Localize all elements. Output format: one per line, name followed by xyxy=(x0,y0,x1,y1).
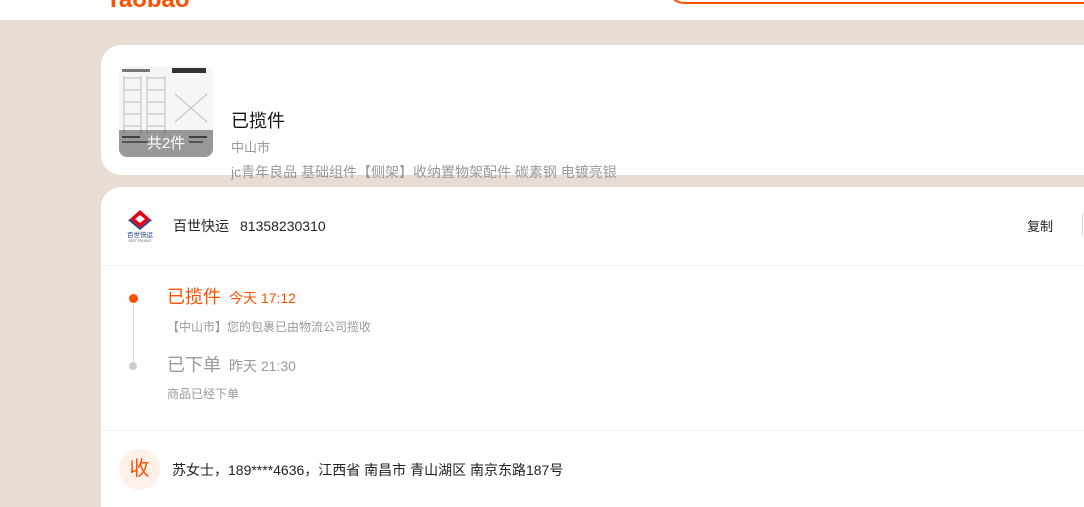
courier-info: 百世快运 81358230310 xyxy=(173,217,326,235)
svg-text:百世快运: 百世快运 xyxy=(127,230,154,239)
courier-name: 百世快运 xyxy=(173,218,229,234)
divider xyxy=(1082,214,1083,236)
gray-dot-icon xyxy=(129,362,137,370)
taobao-logo[interactable]: Taobao xyxy=(106,0,190,12)
product-title: jc青年良品 基础组件【侧架】收纳置物架配件 碳素钢 电镀亮银 xyxy=(231,164,617,180)
timeline-line xyxy=(133,304,134,362)
recipient-badge: 收 xyxy=(119,449,160,490)
order-city: 中山市 xyxy=(231,140,271,155)
order-summary-card: 共2件 已揽件 中山市 jc青年良品 基础组件【侧架】收纳置物架配件 碳素钢 电… xyxy=(101,45,1084,180)
search-input[interactable] xyxy=(665,0,1084,4)
divider xyxy=(101,265,1084,266)
product-thumbnail[interactable]: 共2件 xyxy=(119,66,213,157)
orange-dot-icon xyxy=(129,294,138,303)
event-time: 昨天 21:30 xyxy=(229,358,296,374)
timeline-event: 已下单 昨天 21:30 xyxy=(167,353,296,377)
order-status-title: 已揽件 xyxy=(231,111,285,131)
top-bar: Taobao xyxy=(0,0,1084,20)
event-title: 已揽件 xyxy=(167,287,221,307)
copy-tracking-button[interactable]: 复制 xyxy=(1027,218,1053,236)
divider xyxy=(101,430,1084,431)
event-time: 今天 17:12 xyxy=(229,290,296,306)
event-detail: 商品已经下单 xyxy=(167,387,240,401)
logistics-card: 百世快运 BEST FREIGHT 百世快运 81358230310 复制 已揽… xyxy=(101,187,1084,507)
event-title: 已下单 xyxy=(167,355,221,375)
recipient-address: 苏女士，189****4636，江西省 南昌市 青山湖区 南京东路187号 xyxy=(172,462,564,478)
svg-text:BEST FREIGHT: BEST FREIGHT xyxy=(128,239,151,243)
best-express-logo-icon: 百世快运 BEST FREIGHT xyxy=(127,210,154,243)
event-detail: 【中山市】您的包裹已由物流公司揽收 xyxy=(167,320,372,334)
item-count-badge: 共2件 xyxy=(119,130,213,157)
tracking-number: 81358230310 xyxy=(240,218,326,234)
timeline-event: 已揽件 今天 17:12 xyxy=(167,285,296,309)
